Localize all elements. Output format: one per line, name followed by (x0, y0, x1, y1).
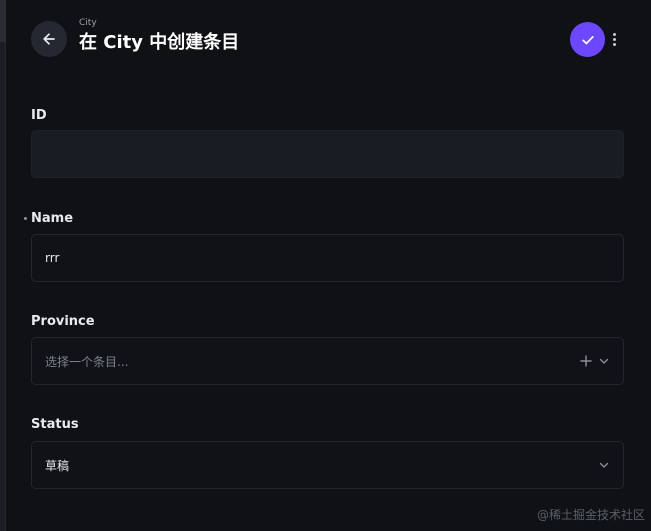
arrow-left-icon (43, 33, 55, 45)
name-input-value: rrr (45, 251, 60, 265)
name-field-group: Name rrr (24, 210, 624, 282)
status-label: Status (31, 417, 79, 432)
more-options-button[interactable] (608, 29, 620, 49)
left-rail-notch (0, 0, 6, 42)
status-value: 草稿 (45, 458, 70, 473)
name-input[interactable]: rrr (31, 234, 624, 282)
province-select[interactable]: 选择一个条目... (31, 337, 624, 385)
left-rail (0, 0, 6, 531)
status-field-group: Status 草稿 (31, 416, 624, 489)
page-header: City 在 City 中创建条目 (31, 18, 625, 59)
required-indicator (24, 217, 27, 220)
name-label: Name (31, 211, 74, 226)
id-field-group: ID (31, 107, 624, 178)
plus-icon[interactable] (580, 355, 592, 367)
watermark: @稀土掘金技术社区 (536, 508, 645, 522)
province-placeholder: 选择一个条目... (45, 354, 129, 369)
status-select[interactable]: 草稿 (31, 441, 624, 489)
page-title: 在 City 中创建条目 (79, 32, 240, 53)
chevron-down-icon[interactable] (599, 460, 609, 470)
province-label: Province (31, 314, 95, 329)
back-button[interactable] (31, 21, 67, 57)
id-label: ID (31, 108, 47, 123)
check-icon (581, 35, 594, 44)
id-input[interactable] (31, 130, 624, 178)
save-button[interactable] (570, 22, 605, 57)
chevron-down-icon[interactable] (599, 356, 609, 366)
more-vertical-icon (612, 32, 616, 36)
province-field-group: Province 选择一个条目... (31, 313, 624, 385)
breadcrumb[interactable]: City (79, 18, 97, 28)
